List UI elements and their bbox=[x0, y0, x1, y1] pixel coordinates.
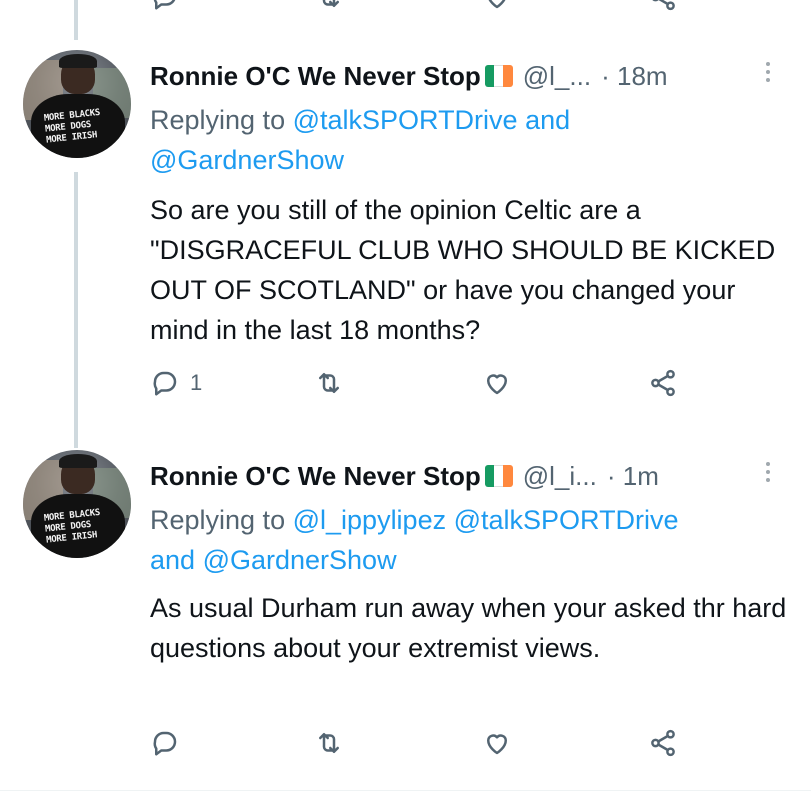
share-icon bbox=[651, 369, 675, 397]
reply-button[interactable] bbox=[150, 728, 190, 758]
share-button[interactable] bbox=[648, 728, 678, 758]
reply-count: 1 bbox=[190, 370, 203, 395]
author-handle[interactable]: @l_i... bbox=[523, 461, 597, 492]
more-icon bbox=[766, 462, 770, 466]
share-icon bbox=[652, 0, 675, 11]
retweet-button[interactable] bbox=[314, 0, 344, 12]
reply-icon bbox=[153, 0, 176, 10]
retweet-icon bbox=[319, 733, 339, 753]
replying-to-label: Replying to bbox=[150, 105, 286, 135]
mention-gardnershow[interactable]: @GardnerShow bbox=[203, 545, 397, 575]
author-name[interactable]: Ronnie O'C We Never Stop bbox=[150, 461, 481, 492]
share-button[interactable] bbox=[648, 368, 678, 398]
mention-talksportdrive[interactable]: @talkSPORTDrive bbox=[293, 105, 518, 135]
replying-to: Replying to @l_ippylipez @talkSPORTDrive… bbox=[150, 500, 770, 580]
replying-to: Replying to @talkSPORTDrive and @Gardner… bbox=[150, 100, 770, 180]
more-options-button[interactable] bbox=[760, 458, 776, 488]
tweet-actions: 1 bbox=[150, 368, 690, 408]
reply-button[interactable]: 1 bbox=[150, 368, 202, 398]
mention-gardnershow[interactable]: @GardnerShow bbox=[150, 145, 344, 175]
reply-icon bbox=[153, 371, 177, 396]
author-name[interactable]: Ronnie O'C We Never Stop bbox=[150, 61, 481, 92]
more-icon bbox=[766, 62, 770, 66]
ireland-flag-icon bbox=[484, 65, 513, 87]
tweet-header: Ronnie O'C We Never Stop @l_i... · 1m bbox=[150, 456, 790, 496]
tweet-1[interactable]: MORE BLACKS MORE DOGS MORE IRISH Ronnie O'… bbox=[0, 50, 811, 450]
previous-tweet-actions bbox=[150, 0, 690, 22]
timestamp[interactable]: · 18m bbox=[601, 61, 667, 92]
reply-and: and bbox=[150, 545, 196, 575]
share-icon bbox=[651, 729, 675, 757]
author-handle[interactable]: @l_... bbox=[523, 61, 591, 92]
like-button[interactable] bbox=[482, 728, 512, 758]
avatar[interactable]: MORE BLACKS MORE DOGS MORE IRISH bbox=[23, 450, 131, 558]
tweet-actions bbox=[150, 728, 690, 768]
timestamp[interactable]: · 1m bbox=[607, 461, 659, 492]
mention-talksportdrive[interactable]: @talkSPORTDrive bbox=[454, 505, 679, 535]
like-icon bbox=[487, 374, 507, 395]
reply-icon bbox=[153, 731, 177, 756]
like-button[interactable] bbox=[482, 0, 512, 12]
tweet-2[interactable]: MORE BLACKS MORE DOGS MORE IRISH Ronnie O'… bbox=[0, 450, 811, 800]
bottom-divider bbox=[0, 790, 811, 791]
like-icon bbox=[487, 734, 507, 755]
tweet-text: So are you still of the opinion Celtic a… bbox=[150, 195, 776, 345]
retweet-button[interactable] bbox=[314, 728, 344, 758]
more-options-button[interactable] bbox=[760, 58, 776, 88]
reply-button[interactable] bbox=[150, 0, 180, 12]
retweet-button[interactable] bbox=[314, 368, 344, 398]
tweet-header: Ronnie O'C We Never Stop @l_... · 18m bbox=[150, 56, 790, 96]
avatar[interactable]: MORE BLACKS MORE DOGS MORE IRISH bbox=[23, 50, 131, 158]
ireland-flag-icon bbox=[484, 465, 513, 487]
replying-to-label: Replying to bbox=[150, 505, 286, 535]
like-icon bbox=[488, 0, 506, 9]
reply-and: and bbox=[525, 105, 571, 135]
share-button[interactable] bbox=[648, 0, 678, 12]
retweet-icon bbox=[319, 373, 339, 393]
retweet-icon bbox=[322, 0, 339, 7]
like-button[interactable] bbox=[482, 368, 512, 398]
thread-line-top bbox=[74, 0, 78, 40]
mention-l-ippylipez[interactable]: @l_ippylipez bbox=[293, 505, 446, 535]
tweet-text: As usual Durham run away when your asked… bbox=[150, 593, 787, 663]
